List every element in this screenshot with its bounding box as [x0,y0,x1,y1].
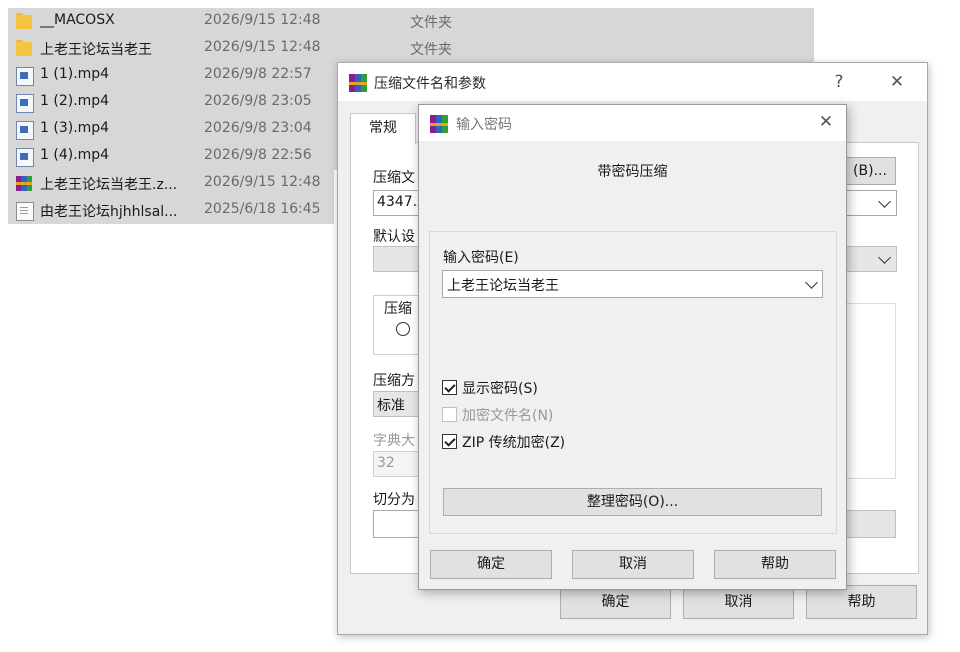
checkmark-icon [444,435,456,447]
folder-icon [16,40,32,57]
archive-format-label: 压缩 [384,301,412,317]
file-date: 2025/6/18 16:45 [204,201,321,217]
compression-method-value: 标准 [377,398,405,414]
file-date: 2026/9/15 12:48 [204,12,321,28]
organize-passwords-button[interactable]: 整理密码(O)... [443,488,822,516]
archive-dialog-title: 压缩文件名和参数 [374,76,486,92]
video-file-icon [16,94,34,113]
password-ok-button[interactable]: 确定 [430,550,552,579]
file-name: 由老王论坛hjhhlsal... [40,204,178,220]
file-row[interactable]: 上老王论坛当老王.z... 2026/9/15 12:48 [8,170,334,197]
folder-icon [16,13,32,30]
tab-general[interactable]: 常规 [350,113,416,144]
format-radio[interactable] [396,322,410,336]
winrar-icon [349,74,367,92]
chevron-down-icon [878,195,891,208]
zip-legacy-label: ZIP 传统加密(Z) [462,435,566,451]
file-name: 1 (3).mp4 [40,120,110,136]
file-date: 2026/9/15 12:48 [204,174,321,190]
show-password-label: 显示密码(S) [462,381,538,397]
help-caption-button[interactable]: ? [825,69,853,95]
archive-name-label: 压缩文 [373,170,415,186]
file-row[interactable]: 上老王论坛当老王 2026/9/15 12:48 文件夹 [8,35,814,62]
archive-help-button[interactable]: 帮助 [806,585,917,619]
browse-button[interactable]: (B)... [844,157,896,185]
file-name: __MACOSX [40,12,115,28]
file-date: 2026/9/8 22:56 [204,147,312,163]
file-name: 上老王论坛当老王.z... [40,177,178,193]
file-date: 2026/9/8 22:57 [204,66,312,82]
show-password-checkbox[interactable] [442,380,457,395]
zip-legacy-checkbox[interactable] [442,434,457,449]
archive-ok-button[interactable]: 确定 [560,585,671,619]
encrypt-filenames-label: 加密文件名(N) [462,408,554,424]
file-date: 2026/9/8 23:04 [204,120,312,136]
file-date: 2026/9/15 12:48 [204,39,321,55]
file-name: 上老王论坛当老王 [40,42,152,58]
split-label: 切分为 [373,492,415,508]
password-cancel-button[interactable]: 取消 [572,550,694,579]
checkmark-icon [444,381,456,393]
password-value: 上老王论坛当老王 [447,278,559,294]
password-dialog: 输入密码 ✕ 带密码压缩 输入密码(E) 上老王论坛当老王 显示密码(S) 加密… [418,104,847,590]
file-type: 文件夹 [410,42,452,58]
file-row[interactable]: __MACOSX 2026/9/15 12:48 文件夹 [8,8,814,35]
chevron-down-icon [878,251,891,264]
text-file-icon [16,202,34,221]
password-help-button[interactable]: 帮助 [714,550,836,579]
video-file-icon [16,121,34,140]
video-file-icon [16,148,34,167]
winrar-icon [430,115,448,133]
file-name: 1 (4).mp4 [40,147,110,163]
compression-method-label: 压缩方 [373,373,415,389]
file-type: 文件夹 [410,15,452,31]
archive-cancel-button[interactable]: 取消 [683,585,794,619]
password-dialog-heading: 带密码压缩 [597,164,668,180]
default-profile-label: 默认设 [373,229,415,245]
dictionary-size-value: 32 [377,455,395,471]
file-row[interactable]: 由老王论坛hjhhlsal... 2025/6/18 16:45 [8,197,334,224]
encrypt-filenames-checkbox[interactable] [442,407,457,422]
chevron-down-icon [805,276,818,289]
close-icon[interactable]: ✕ [812,109,840,135]
rar-archive-icon [16,175,32,192]
close-icon[interactable]: ✕ [883,69,911,95]
video-file-icon [16,67,34,86]
archive-dialog-titlebar[interactable]: 压缩文件名和参数 ? ✕ [338,63,927,101]
file-name: 1 (1).mp4 [40,66,110,82]
password-dialog-title: 输入密码 [456,117,512,133]
file-name: 1 (2).mp4 [40,93,110,109]
file-date: 2026/9/8 23:05 [204,93,312,109]
password-input[interactable]: 上老王论坛当老王 [442,270,823,298]
password-dialog-titlebar[interactable]: 输入密码 ✕ [419,105,846,141]
dictionary-size-label: 字典大 [373,433,415,449]
password-label: 输入密码(E) [443,250,519,266]
